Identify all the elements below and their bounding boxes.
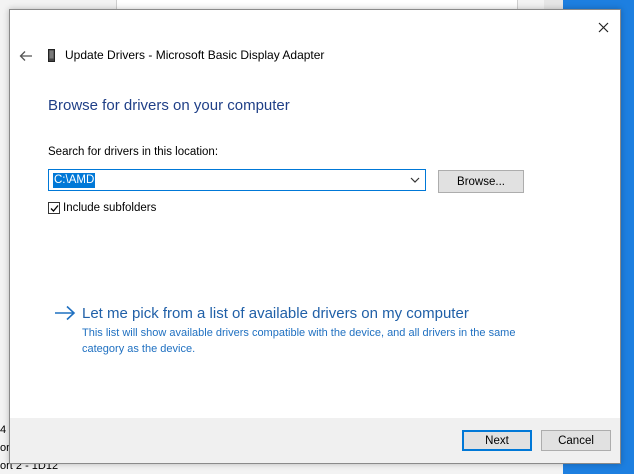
checkmark-icon — [50, 204, 59, 212]
location-value[interactable]: C:\AMD — [53, 172, 96, 188]
include-subfolders-row[interactable]: Include subfolders — [48, 202, 156, 214]
dialog-title: Update Drivers - Microsoft Basic Display… — [65, 48, 325, 62]
desktop: 4 or ort 2 - 1D12 Update Drivers - Micro… — [0, 0, 634, 474]
page-heading: Browse for drivers on your computer — [48, 97, 290, 114]
arrow-right-icon — [55, 305, 76, 321]
location-combobox[interactable]: C:\AMD — [48, 169, 426, 191]
next-button[interactable]: Next — [462, 430, 532, 451]
close-icon — [598, 22, 608, 32]
back-button[interactable] — [16, 46, 36, 66]
browse-button[interactable]: Browse... — [438, 170, 524, 193]
close-button[interactable] — [592, 16, 614, 38]
search-location-label: Search for drivers in this location: — [48, 146, 219, 158]
update-drivers-dialog: Update Drivers - Microsoft Basic Display… — [9, 9, 621, 464]
pick-from-list-title[interactable]: Let me pick from a list of available dri… — [82, 304, 532, 323]
dialog-title-row: Update Drivers - Microsoft Basic Display… — [48, 48, 324, 62]
pick-from-list-description: This list will show available drivers co… — [82, 327, 516, 355]
cancel-button[interactable]: Cancel — [541, 430, 611, 451]
arrow-left-icon — [19, 51, 32, 61]
display-adapter-icon — [48, 48, 55, 62]
background-text-fragment: 4 — [0, 424, 7, 436]
pick-from-list-link[interactable]: Let me pick from a list of available dri… — [54, 304, 532, 357]
include-subfolders-label[interactable]: Include subfolders — [63, 202, 156, 214]
include-subfolders-checkbox[interactable] — [48, 202, 60, 214]
chevron-down-icon[interactable] — [409, 174, 421, 186]
dialog-footer: Next Cancel — [10, 418, 620, 463]
